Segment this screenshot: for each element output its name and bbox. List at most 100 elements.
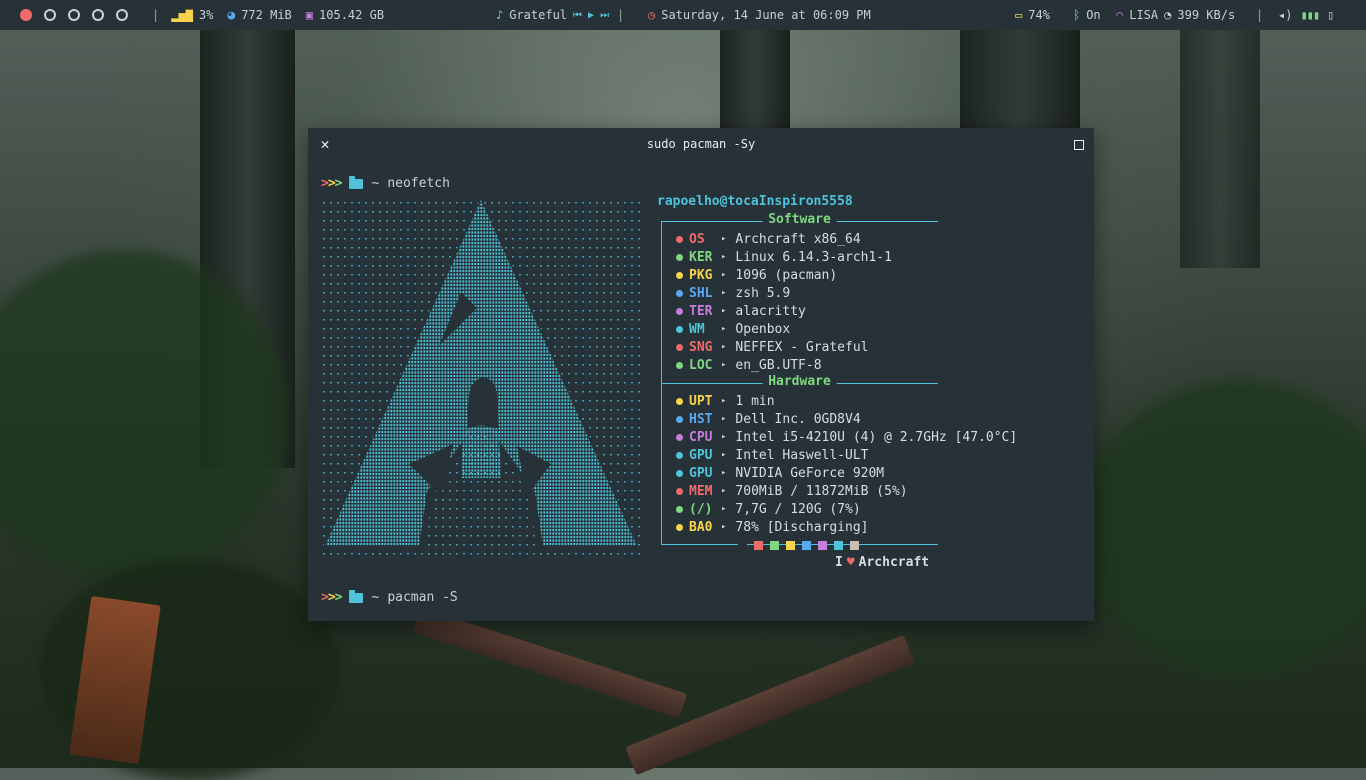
bullet-icon — [676, 469, 683, 477]
arrow-icon: ▸ — [721, 270, 727, 280]
arrow-icon: ▸ — [721, 252, 727, 262]
ascii-logo — [321, 196, 641, 556]
info-value: 700MiB / 11872MiB (5%) — [735, 483, 908, 499]
clock-module[interactable]: ◷ Saturday, 14 June at 06:09 PM — [648, 8, 871, 22]
info-value: NVIDIA GeForce 920M — [735, 465, 885, 481]
terminal-window[interactable]: ✕ sudo pacman -Sy >>> ~ neofetch rapoelh… — [308, 128, 1094, 621]
arrow-icon: ▸ — [721, 450, 727, 460]
arrow-icon: ▸ — [721, 468, 727, 478]
workspace-2-indicator[interactable] — [44, 9, 56, 21]
window-titlebar[interactable]: ✕ sudo pacman -Sy — [308, 128, 1094, 162]
info-key: PKG — [689, 267, 713, 283]
heart-icon: ♥ — [846, 555, 855, 570]
volume-bars-icon[interactable]: ▮▮▮ — [1300, 8, 1320, 22]
workspace-switcher — [20, 9, 140, 21]
arrow-icon: ▸ — [721, 432, 727, 442]
software-section: Software OS ▸ Archcraft x86_64 KER ▸ Linux 6.… — [661, 212, 938, 374]
color-swatch — [770, 541, 779, 550]
info-row: LOC ▸ en_GB.UTF-8 — [676, 356, 822, 374]
battery-module[interactable]: ▭ 74% — [1015, 8, 1050, 22]
tree-trunk — [720, 28, 790, 138]
footer-tagline: I ♥ Archcraft — [835, 555, 929, 570]
prompt-command: neofetch — [387, 176, 450, 191]
clipboard-icon[interactable]: ▯ — [1327, 8, 1334, 22]
play-icon[interactable]: ▶ — [588, 10, 594, 21]
song-title: Grateful — [509, 8, 568, 22]
memory-usage: 772 MiB — [241, 8, 292, 22]
cpu-usage: 3% — [198, 8, 214, 22]
folder-icon — [349, 589, 364, 603]
wifi-icon: ◠ — [1116, 8, 1124, 22]
info-row: BA0 ▸ 78% [Discharging] — [676, 518, 868, 536]
bullet-icon — [676, 487, 683, 495]
bullet-icon — [676, 325, 683, 333]
info-key: (/) — [689, 501, 713, 517]
arrow-icon: ▸ — [721, 288, 727, 298]
bluetooth-module[interactable]: ᛒ On — [1073, 8, 1101, 22]
hard-drive-icon: ▣ — [305, 8, 314, 22]
top-panel: | ▂▅▇ 3% ◕ 772 MiB ▣ 105.42 GB ♪ Gratefu… — [0, 0, 1366, 30]
software-title: Software — [762, 212, 837, 227]
bullet-icon — [676, 343, 683, 351]
tree-trunk — [1180, 28, 1260, 268]
prompt-line-1: >>> ~ neofetch — [321, 175, 450, 191]
network-module[interactable]: ◠ LISA ◔ 399 KB/s — [1116, 8, 1235, 22]
info-row: OS ▸ Archcraft x86_64 — [676, 230, 861, 248]
color-swatch — [818, 541, 827, 550]
folder-icon — [349, 175, 364, 189]
arrow-icon: ▸ — [721, 234, 727, 244]
workspace-1-indicator[interactable] — [20, 9, 32, 21]
info-key: SHL — [689, 285, 713, 301]
separator: | — [1256, 8, 1264, 22]
previous-track-icon[interactable]: ⏮ — [573, 10, 582, 21]
color-palette — [738, 541, 866, 550]
disk-module[interactable]: ▣ 105.42 GB — [306, 8, 384, 22]
info-key: UPT — [689, 393, 713, 409]
info-value: en_GB.UTF-8 — [735, 357, 822, 373]
info-row: UPT ▸ 1 min — [676, 392, 775, 410]
workspace-3-indicator[interactable] — [68, 9, 80, 21]
next-track-icon[interactable]: ⏭ — [600, 10, 609, 21]
info-key: LOC — [689, 357, 713, 373]
info-row: WM ▸ Openbox — [676, 320, 790, 338]
hardware-section: Hardware UPT ▸ 1 min HST ▸ Dell Inc. 0GD8V4 CP… — [661, 374, 1017, 545]
arrow-icon: ▸ — [721, 522, 727, 532]
bluetooth-icon: ᛒ — [1073, 8, 1081, 22]
bullet-icon — [676, 253, 683, 261]
info-key: MEM — [689, 483, 713, 499]
workspace-5-indicator[interactable] — [116, 9, 128, 21]
tray-module: ◂) ▮▮▮ ▯ — [1278, 8, 1334, 22]
arrow-icon: ▸ — [721, 486, 727, 496]
separator: | — [617, 8, 625, 22]
info-value: Intel Haswell-ULT — [735, 447, 869, 463]
info-row: KER ▸ Linux 6.14.3-arch1-1 — [676, 248, 892, 266]
workspace-4-indicator[interactable] — [92, 9, 104, 21]
prompt-cwd: ~ — [371, 590, 380, 605]
color-swatch — [754, 541, 763, 550]
maximize-button[interactable] — [1074, 140, 1084, 150]
info-row: GPU ▸ NVIDIA GeForce 920M — [676, 464, 884, 482]
music-module[interactable]: ♪ Grateful ⏮ ▶ ⏭ — [496, 8, 609, 22]
arrow-icon: ▸ — [721, 396, 727, 406]
info-value: Intel i5-4210U (4) @ 2.7GHz [47.0°C] — [735, 429, 1018, 445]
volume-icon[interactable]: ◂) — [1278, 8, 1292, 22]
battery-level: 74% — [1028, 8, 1050, 22]
info-key: WM — [689, 321, 705, 337]
window-title: sudo pacman -Sy — [646, 137, 756, 151]
bullet-icon — [676, 397, 683, 405]
info-key: GPU — [689, 447, 713, 463]
info-key: TER — [689, 303, 713, 319]
info-value: Openbox — [735, 321, 791, 337]
prompt-arrows: >>> — [321, 590, 342, 605]
info-row: SHL ▸ zsh 5.9 — [676, 284, 790, 302]
prompt-arrows: >>> — [321, 176, 342, 191]
info-row: (/) ▸ 7,7G / 120G (7%) — [676, 500, 861, 518]
user-host: rapoelho@tocaInspiron5558 — [657, 194, 853, 209]
arrow-icon: ▸ — [721, 504, 727, 514]
info-value: Dell Inc. 0GD8V4 — [735, 411, 861, 427]
arrow-icon: ▸ — [721, 324, 727, 334]
cpu-module[interactable]: ▂▅▇ 3% — [171, 8, 213, 22]
memory-module[interactable]: ◕ 772 MiB — [227, 8, 291, 23]
info-value: 1096 (pacman) — [735, 267, 838, 283]
info-row: SNG ▸ NEFFEX - Grateful — [676, 338, 868, 356]
